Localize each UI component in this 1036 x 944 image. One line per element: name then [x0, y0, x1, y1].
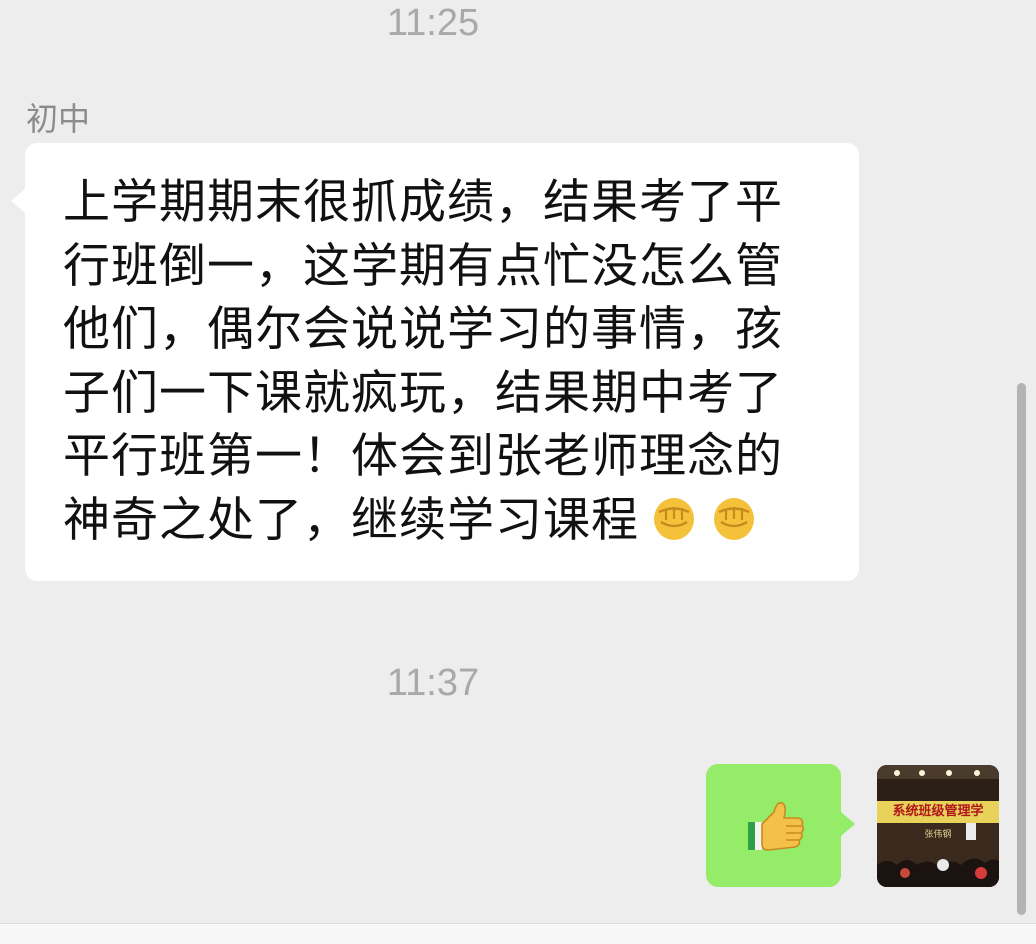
avatar-banner-text: 系统班级管理学: [877, 801, 999, 823]
thumbs-up-icon: [748, 801, 805, 851]
input-bar-edge: [0, 923, 1036, 944]
timestamp: 11:25: [386, 2, 480, 44]
user-avatar[interactable]: 系统班级管理学 张伟钢: [877, 765, 999, 887]
message-text-container: 上学期期末很抓成绩，结果考了平行班倒一，这学期有点忙没怎么管他们，偶尔会说说学习…: [63, 171, 829, 552]
outgoing-message-bubble[interactable]: [706, 764, 855, 887]
avatar-subtitle-text: 张伟钢: [924, 830, 952, 840]
sender-name: 初中: [26, 100, 91, 138]
avatar-photo: [877, 765, 999, 887]
fist-emoji-icon: [654, 497, 694, 540]
timestamp: 11:37: [386, 662, 480, 704]
incoming-message-bubble[interactable]: 上学期期末很抓成绩，结果考了平行班倒一，这学期有点忙没怎么管他们，偶尔会说说学习…: [11, 143, 859, 581]
scrollbar[interactable]: [1017, 383, 1026, 915]
fist-emoji-icon: [714, 497, 754, 540]
